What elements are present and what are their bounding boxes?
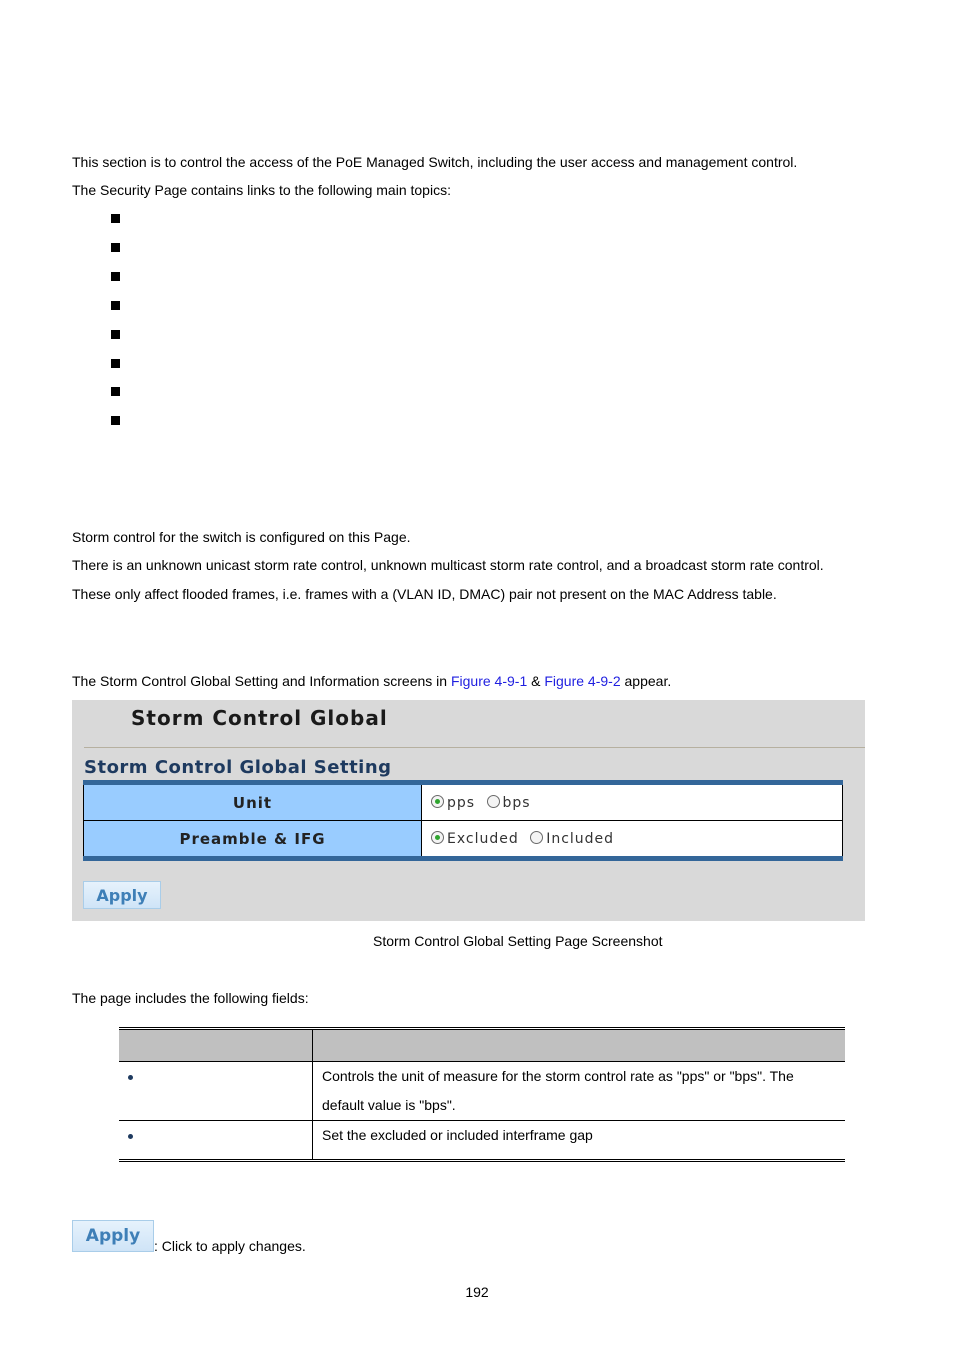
apply-button-legend[interactable]: Apply [72,1220,154,1252]
radio-label: bps [502,794,531,811]
topic-bullet [111,359,120,368]
intro-paragraph: This section is to control the access of… [72,154,798,170]
setting-label: Preamble & IFG [83,820,422,859]
global-setting-table: Unit pps bps Preamble & IFG Excluded Inc… [83,780,843,861]
figure-4-9-1-link[interactable]: Figure 4-9-1 [451,673,527,689]
topic-bullet [111,214,120,223]
table-row: Set the excluded or included interframe … [119,1120,846,1161]
object-column-header [119,1028,313,1062]
description-line: default value is "bps". [322,1097,456,1113]
fields-table: Controls the unit of measure for the sto… [119,1027,845,1162]
fields-intro: The page includes the following fields: [72,990,309,1006]
radio-option-bps[interactable]: bps [486,794,531,811]
storm-paragraph-1: Storm control for the switch is configur… [72,529,411,545]
setting-label: Unit [83,782,422,821]
radio-label: Included [546,830,615,847]
setting-value: pps bps [421,782,843,821]
topic-bullet [111,387,120,396]
object-cell [119,1061,313,1121]
radio-unselected-icon[interactable] [486,794,500,808]
radio-option-included[interactable]: Included [530,830,615,847]
figure-caption: Storm Control Global Setting Page Screen… [373,933,663,949]
description-column-header [312,1028,845,1062]
description-cell: Set the excluded or included interframe … [313,1121,846,1161]
topic-bullet [111,243,120,252]
topic-bullet [111,272,120,281]
panel-subtitle: Storm Control Global Setting [84,757,392,778]
apply-button[interactable]: Apply [83,881,161,909]
radio-option-pps[interactable]: pps [431,794,476,811]
radio-selected-icon[interactable] [431,830,444,844]
page-number: 192 [465,1284,489,1300]
description-line: Set the excluded or included interframe … [322,1127,593,1143]
radio-label: pps [447,794,476,811]
setting-row-unit: Unit pps bps [83,782,843,821]
description-cell: Controls the unit of measure for the sto… [312,1061,845,1121]
storm-paragraph-2: There is an unknown unicast storm rate c… [72,557,824,573]
radio-label: Excluded [447,830,519,847]
figure-ref-and: & [527,673,545,689]
figure-reference: The Storm Control Global Setting and Inf… [72,672,671,690]
bullet-dot-icon [128,1133,133,1139]
apply-description: : Click to apply changes. [154,1238,306,1254]
figure-ref-prefix: The Storm Control Global Setting and Inf… [72,673,451,689]
radio-unselected-icon[interactable] [530,830,544,844]
panel-title: Storm Control Global [131,706,388,730]
radio-selected-icon[interactable] [431,794,444,808]
figure-ref-suffix: appear. [620,673,672,689]
setting-row-preamble-ifg: Preamble & IFG Excluded Included [83,820,843,859]
setting-value: Excluded Included [421,820,843,859]
description-line: Controls the unit of measure for the sto… [322,1068,794,1084]
topic-bullet [111,301,120,310]
bullet-dot-icon [128,1074,133,1080]
radio-option-excluded[interactable]: Excluded [431,830,519,847]
table-row: Controls the unit of measure for the sto… [119,1061,845,1121]
storm-paragraph-3: These only affect flooded frames, i.e. f… [72,586,777,602]
fields-header-row [119,1028,845,1062]
object-cell [119,1120,313,1161]
topic-bullet [111,416,120,425]
topics-intro: The Security Page contains links to the … [72,182,451,198]
storm-control-global-screenshot: Storm Control Global Storm Control Globa… [72,700,865,921]
topic-bullet [111,330,120,339]
figure-4-9-2-link[interactable]: Figure 4-9-2 [544,673,620,689]
panel-divider [84,747,865,748]
